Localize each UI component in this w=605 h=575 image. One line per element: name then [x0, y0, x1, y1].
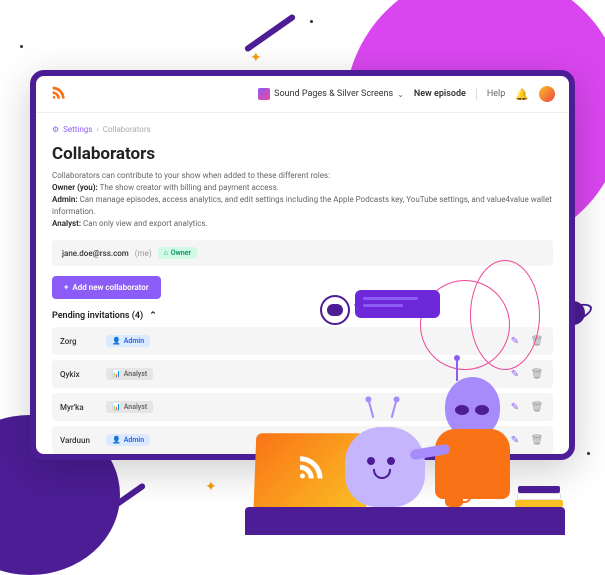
owner-role-label: Owner (you): [52, 183, 98, 192]
role-label: Admin [124, 436, 144, 444]
chevron-up-icon: ⌃ [149, 311, 157, 321]
description: Collaborators can contribute to your sho… [52, 170, 553, 230]
pencil-decor [244, 13, 297, 52]
admin-role-desc: Can manage episodes, access analytics, a… [52, 195, 552, 216]
speech-bubble [355, 290, 440, 318]
role-label: Analyst [124, 370, 148, 378]
dot-decor [20, 45, 23, 48]
mug-illustration [445, 485, 463, 507]
analyst-role-desc: Can only view and export analytics. [81, 219, 208, 228]
invitee-name: Zorg [60, 337, 100, 346]
blob-alien-illustration [345, 412, 430, 507]
breadcrumb-settings[interactable]: Settings [63, 125, 92, 134]
add-collaborator-button[interactable]: + Add new collaborator [52, 276, 161, 299]
owner-email: jane.doe@rss.com [62, 249, 129, 258]
owner-me-label: (me) [135, 249, 152, 258]
chevron-down-icon: ⌄ [397, 90, 404, 99]
rss-icon [295, 451, 325, 489]
page-title: Collaborators [52, 144, 553, 164]
books-illustration [515, 485, 565, 507]
owner-row: jane.doe@rss.com (me) ⌂ Owner [52, 240, 553, 266]
role-badge: 📊Analyst [106, 368, 153, 380]
analyst-role-label: Analyst: [52, 219, 81, 228]
astronaut-icon [320, 295, 350, 325]
owner-badge-label: Owner [171, 249, 191, 257]
role-label: Admin [124, 337, 144, 345]
home-icon: ⌂ [164, 249, 168, 257]
role-icon: 📊 [112, 370, 121, 378]
plus-icon: + [64, 283, 68, 292]
tall-alien-illustration [430, 377, 520, 507]
intro-text: Collaborators can contribute to your sho… [52, 170, 553, 182]
role-icon: 👤 [112, 436, 121, 444]
role-badge: 👤Admin [106, 434, 150, 446]
wire-decor [470, 260, 540, 370]
bell-icon[interactable]: 🔔 [515, 88, 529, 101]
star-icon: ✦ [205, 479, 217, 495]
dot-decor [587, 452, 590, 455]
help-link[interactable]: Help [487, 89, 505, 99]
illustration [245, 355, 565, 535]
role-label: Analyst [124, 403, 148, 411]
star-icon: ✦ [250, 50, 262, 66]
add-button-label: Add new collaborator [72, 283, 148, 292]
show-thumbnail-icon [258, 88, 270, 100]
invitee-name: Qykix [60, 370, 100, 379]
invitee-name: Myr'ka [60, 403, 100, 412]
owner-badge: ⌂ Owner [158, 247, 197, 259]
breadcrumb-current: Collaborators [103, 125, 151, 134]
show-name-label: Sound Pages & Silver Screens [274, 89, 393, 99]
desk-illustration [245, 507, 565, 535]
breadcrumb: ⚙ Settings › Collaborators [52, 125, 553, 134]
role-icon: 👤 [112, 337, 121, 345]
dot-decor [310, 20, 313, 23]
owner-role-desc: The show creator with billing and paymen… [98, 183, 279, 192]
divider [476, 88, 477, 100]
pending-header-label: Pending invitations (4) [52, 311, 143, 321]
role-badge: 📊Analyst [106, 401, 153, 413]
invitee-name: Varduun [60, 436, 100, 445]
role-badge: 👤Admin [106, 335, 150, 347]
new-episode-link[interactable]: New episode [414, 89, 466, 99]
breadcrumb-separator: › [96, 125, 98, 134]
topbar: Sound Pages & Silver Screens ⌄ New episo… [36, 76, 569, 113]
show-selector[interactable]: Sound Pages & Silver Screens ⌄ [258, 88, 404, 100]
avatar[interactable] [539, 86, 555, 102]
role-icon: 📊 [112, 403, 121, 411]
rss-logo-icon[interactable] [50, 84, 66, 104]
admin-role-label: Admin: [52, 195, 78, 204]
gear-icon: ⚙ [52, 125, 59, 134]
